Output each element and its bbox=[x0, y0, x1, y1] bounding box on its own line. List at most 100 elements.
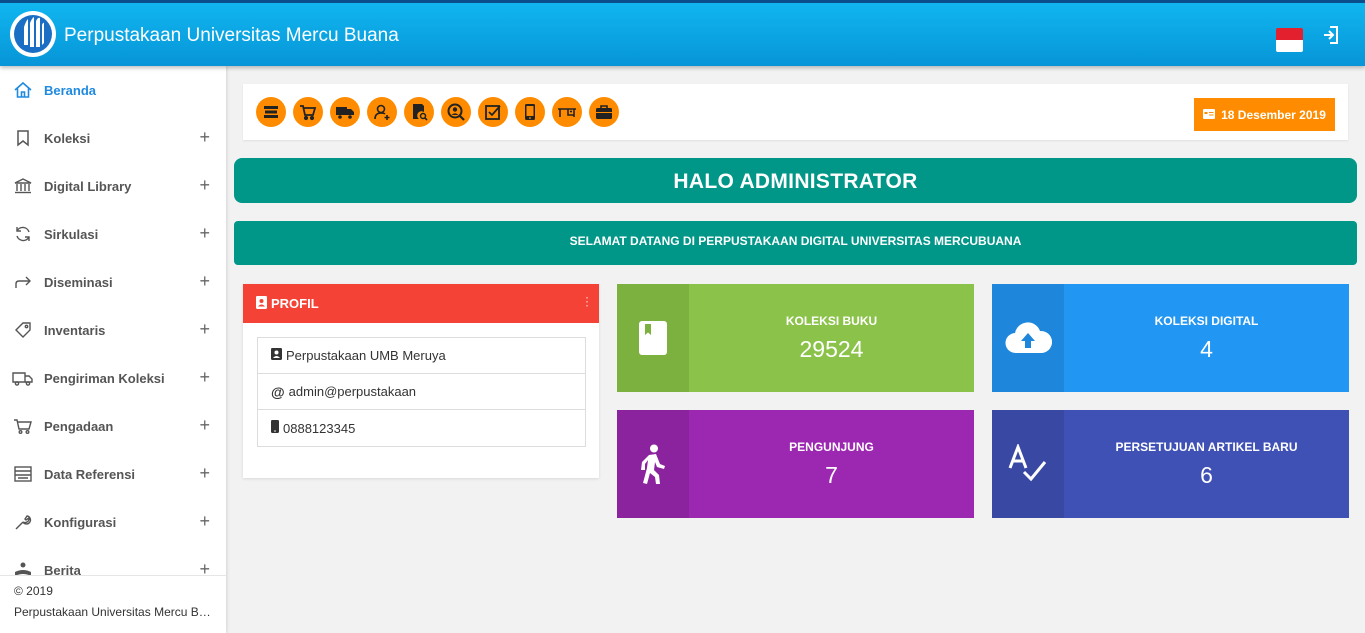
sidebar-item-label: Inventaris bbox=[44, 322, 106, 338]
profile-email: admin@perpustakaan bbox=[288, 384, 417, 399]
stat-value: 29524 bbox=[799, 335, 864, 362]
walking-icon bbox=[617, 410, 689, 518]
university-logo[interactable] bbox=[10, 11, 56, 57]
at-sign-icon: @ bbox=[271, 383, 285, 400]
welcome-banner: SELAMAT DATANG DI PERPUSTAKAAN DIGITAL U… bbox=[234, 221, 1357, 265]
stat-value: 6 bbox=[1200, 461, 1213, 488]
quick-action-icons bbox=[256, 97, 619, 127]
app-title: Perpustakaan Universitas Mercu Buana bbox=[64, 25, 399, 46]
stat-persetujuan-artikel-baru[interactable]: PERSETUJUAN ARTIKEL BARU 6 bbox=[992, 410, 1349, 518]
indonesia-flag-icon[interactable] bbox=[1276, 28, 1303, 52]
expand-icon[interactable]: + bbox=[199, 272, 210, 290]
bookmark-icon bbox=[12, 127, 34, 149]
refresh-icon bbox=[12, 223, 34, 245]
profile-card: PROFIL · · · Perpustakaan UMB Meruya @ adm… bbox=[243, 284, 599, 478]
expand-icon[interactable]: + bbox=[199, 560, 210, 576]
stat-koleksi-digital[interactable]: KOLEKSI DIGITAL 4 bbox=[992, 284, 1349, 392]
sidebar-item-label: Diseminasi bbox=[44, 274, 113, 290]
list-icon bbox=[12, 463, 34, 485]
phone-icon[interactable] bbox=[515, 97, 545, 127]
footer-app-name: Perpustakaan Universitas Mercu Bu... bbox=[14, 605, 214, 619]
user-search-icon[interactable] bbox=[441, 97, 471, 127]
bank-icon bbox=[12, 175, 34, 197]
sidebar-item-label: Koleksi bbox=[44, 130, 91, 146]
expand-icon[interactable]: + bbox=[199, 464, 210, 482]
stat-pengunjung[interactable]: PENGUNJUNG 7 bbox=[617, 410, 974, 518]
sidebar-item-pengadaan[interactable]: Pengadaan + bbox=[0, 402, 226, 450]
copyright-text: © 2019 bbox=[14, 584, 53, 598]
spellcheck-icon bbox=[992, 410, 1064, 518]
profile-phone: 0888123345 bbox=[283, 420, 356, 436]
sidebar-item-berita[interactable]: Berita + bbox=[0, 546, 226, 576]
profile-title: PROFIL bbox=[271, 296, 319, 311]
expand-icon[interactable]: + bbox=[199, 512, 210, 530]
stat-value: 7 bbox=[825, 461, 838, 488]
contact-card-icon bbox=[256, 295, 267, 312]
expand-icon[interactable]: + bbox=[199, 368, 210, 386]
sidebar-item-label: Beranda bbox=[44, 82, 97, 98]
stat-title: KOLEKSI BUKU bbox=[785, 313, 878, 328]
date-button[interactable]: 18 Desember 2019 bbox=[1194, 98, 1335, 131]
profile-header: PROFIL · · · bbox=[243, 284, 599, 323]
desk-icon[interactable] bbox=[552, 97, 582, 127]
cloud-upload-icon bbox=[992, 284, 1064, 392]
document-search-icon[interactable] bbox=[404, 97, 434, 127]
sidebar-item-label: Pengiriman Koleksi bbox=[44, 370, 165, 386]
truck-icon[interactable] bbox=[330, 97, 360, 127]
wrench-icon bbox=[12, 511, 34, 533]
user-add-icon[interactable] bbox=[367, 97, 397, 127]
expand-icon[interactable]: + bbox=[199, 224, 210, 242]
sidebar-item-digital-library[interactable]: Digital Library + bbox=[0, 162, 226, 210]
books-icon[interactable] bbox=[256, 97, 286, 127]
expand-icon[interactable]: + bbox=[199, 416, 210, 434]
book-icon bbox=[617, 284, 689, 392]
home-icon bbox=[12, 79, 34, 101]
list-item: Perpustakaan UMB Meruya bbox=[258, 338, 585, 374]
sidebar-menu: Beranda Koleksi + Digital Library + Sirk… bbox=[0, 66, 226, 576]
checkbox-icon[interactable] bbox=[478, 97, 508, 127]
sidebar-item-label: Konfigurasi bbox=[44, 514, 117, 530]
sidebar-item-sirkulasi[interactable]: Sirkulasi + bbox=[0, 210, 226, 258]
sidebar-item-inventaris[interactable]: Inventaris + bbox=[0, 306, 226, 354]
stat-title: PENGUNJUNG bbox=[789, 439, 874, 454]
stat-title: KOLEKSI DIGITAL bbox=[1154, 313, 1259, 328]
more-options-icon[interactable]: · · · bbox=[586, 294, 589, 312]
sidebar-item-label: Data Referensi bbox=[44, 466, 136, 482]
calendar-icon bbox=[1203, 108, 1216, 122]
logout-icon[interactable] bbox=[1322, 25, 1340, 45]
sidebar-item-data-referensi[interactable]: Data Referensi + bbox=[0, 450, 226, 498]
tag-icon bbox=[12, 319, 34, 341]
sidebar-item-koleksi[interactable]: Koleksi + bbox=[0, 114, 226, 162]
briefcase-icon[interactable] bbox=[589, 97, 619, 127]
reader-icon bbox=[12, 559, 34, 576]
expand-icon[interactable]: + bbox=[199, 176, 210, 194]
expand-icon[interactable]: + bbox=[199, 320, 210, 338]
sidebar-item-konfigurasi[interactable]: Konfigurasi + bbox=[0, 498, 226, 546]
list-item: @ admin@perpustakaan bbox=[258, 374, 585, 410]
sidebar-item-pengiriman-koleksi[interactable]: Pengiriman Koleksi + bbox=[0, 354, 226, 402]
cart-icon bbox=[12, 415, 34, 437]
top-bar: Perpustakaan Universitas Mercu Buana bbox=[0, 0, 1365, 66]
expand-icon[interactable]: + bbox=[199, 128, 210, 146]
list-item: 0888123345 bbox=[258, 410, 585, 446]
sidebar-footer: © 2019 Perpustakaan Universitas Mercu Bu… bbox=[0, 575, 226, 633]
sidebar-item-label: Sirkulasi bbox=[44, 226, 99, 242]
sidebar-item-label: Pengadaan bbox=[44, 418, 114, 434]
sidebar-item-beranda[interactable]: Beranda bbox=[0, 66, 226, 114]
profile-list: Perpustakaan UMB Meruya @ admin@perpusta… bbox=[257, 337, 586, 447]
profile-location: Perpustakaan UMB Meruya bbox=[286, 348, 446, 363]
sidebar-item-diseminasi[interactable]: Diseminasi + bbox=[0, 258, 226, 306]
stat-koleksi-buku[interactable]: KOLEKSI BUKU 29524 bbox=[617, 284, 974, 392]
cart-icon[interactable] bbox=[293, 97, 323, 127]
greeting-banner: HALO ADMINISTRATOR bbox=[234, 158, 1357, 203]
stat-value: 4 bbox=[1200, 335, 1213, 362]
date-text: 18 Desember 2019 bbox=[1221, 107, 1326, 122]
sidebar: Beranda Koleksi + Digital Library + Sirk… bbox=[0, 66, 226, 633]
sidebar-item-label: Digital Library bbox=[44, 178, 132, 194]
truck-icon bbox=[12, 367, 34, 389]
contact-card-icon bbox=[271, 348, 282, 363]
sidebar-item-label: Berita bbox=[44, 562, 81, 577]
mobile-phone-icon bbox=[271, 420, 279, 436]
share-arrow-icon bbox=[12, 271, 34, 293]
stat-title: PERSETUJUAN ARTIKEL BARU bbox=[1115, 439, 1298, 454]
